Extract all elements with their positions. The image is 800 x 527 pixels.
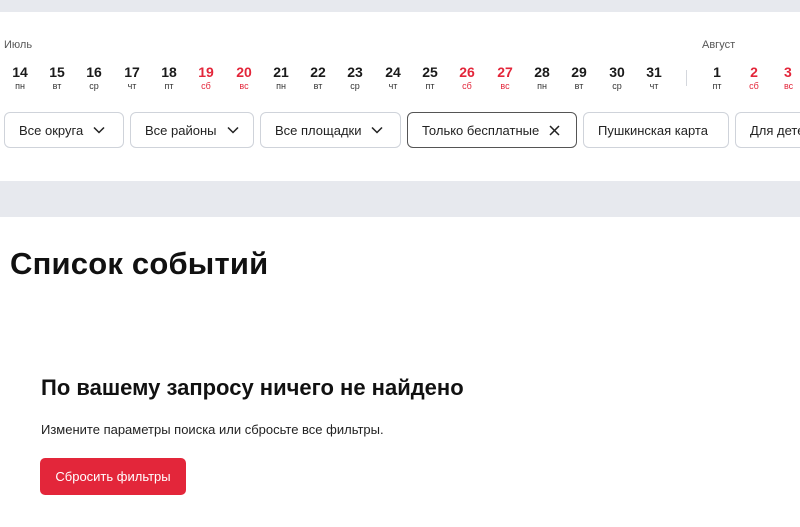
day-item[interactable]: 3 вс [776,64,800,92]
day-number: 22 [310,64,326,80]
day-number: 19 [198,64,214,80]
day-weekday: чт [388,81,398,91]
day-item[interactable]: 26 сб [452,64,482,92]
day-item[interactable]: 25 пт [415,64,445,92]
day-weekday: ср [350,81,360,91]
day-number: 20 [236,64,252,80]
filter-label: Только бесплатные [422,122,540,138]
day-number: 15 [49,64,65,80]
day-weekday: ср [612,81,622,91]
day-number: 16 [86,64,102,80]
day-number: 2 [750,64,758,80]
day-weekday: чт [127,81,137,91]
day-number: 25 [422,64,438,80]
filter-label: Все площадки [275,122,362,138]
chevron-down-icon [93,126,105,134]
reset-filters-button[interactable]: Сбросить фильтры [40,458,186,495]
filter-pushkin-card[interactable]: Пушкинская карта [583,112,729,148]
filter-free-only[interactable]: Только бесплатные [407,112,577,148]
filter-label: Пушкинская карта [598,122,708,138]
day-number: 18 [161,64,177,80]
day-number: 26 [459,64,475,80]
empty-state-title: По вашему запросу ничего не найдено [41,375,464,400]
day-item[interactable]: 24 чт [378,64,408,92]
day-item[interactable]: 14 пн [5,64,35,92]
day-number: 21 [273,64,289,80]
day-weekday: ср [89,81,99,91]
day-weekday: пн [537,81,547,91]
day-number: 24 [385,64,401,80]
day-weekday: пн [15,81,25,91]
close-icon[interactable] [549,124,560,136]
filter-districts[interactable]: Все округа [4,112,124,148]
day-item[interactable]: 31 чт [639,64,669,92]
day-item[interactable]: 2 сб [739,64,769,92]
day-number: 30 [609,64,625,80]
day-number: 29 [571,64,587,80]
empty-state-text: Измените параметры поиска или сбросьте в… [41,422,384,437]
day-weekday: пт [164,81,174,91]
chevron-down-icon [226,126,239,134]
day-number: 14 [12,64,28,80]
day-weekday: сб [749,81,759,91]
day-number: 31 [646,64,662,80]
filter-label: Все округа [19,122,84,138]
day-item[interactable]: 27 вс [490,64,520,92]
day-item[interactable]: 28 пн [527,64,557,92]
day-item[interactable]: 18 пт [154,64,184,92]
chevron-down-icon [371,126,384,134]
day-item[interactable]: 21 пн [266,64,296,92]
day-item[interactable]: 20 вс [229,64,259,92]
day-weekday: сб [462,81,472,91]
filter-for-kids[interactable]: Для детей [735,112,800,148]
page-title: Список событий [10,246,269,281]
day-item[interactable]: 1 пт [702,64,732,92]
day-weekday: пт [712,81,722,91]
day-number: 27 [497,64,513,80]
date-strip: 14 пн 15 вт 16 ср 17 чт 18 пт 19 сб 20 вс 21 пн … [0,64,800,96]
day-weekday: вт [52,81,62,91]
day-item[interactable]: 23 ср [340,64,370,92]
month-label-july: Июль [4,39,33,51]
day-number: 28 [534,64,550,80]
filter-areas[interactable]: Все районы [130,112,254,148]
section-divider [0,181,800,217]
filter-venues[interactable]: Все площадки [260,112,401,148]
day-weekday: пн [276,81,286,91]
filter-label: Для детей [750,122,800,138]
month-divider [686,70,687,86]
day-item[interactable]: 17 чт [117,64,147,92]
day-item[interactable]: 29 вт [564,64,594,92]
day-weekday: вс [500,81,510,91]
day-number: 3 [784,64,792,80]
day-weekday: вс [784,81,794,91]
day-item[interactable]: 19 сб [191,64,221,92]
day-weekday: вс [239,81,249,91]
day-weekday: сб [201,81,211,91]
day-weekday: вт [313,81,323,91]
day-number: 23 [347,64,363,80]
day-item[interactable]: 22 вт [303,64,333,92]
day-weekday: вт [574,81,584,91]
day-number: 17 [124,64,140,80]
day-item[interactable]: 16 ср [79,64,109,92]
day-weekday: пт [425,81,435,91]
top-band [0,0,800,12]
day-number: 1 [713,64,721,80]
day-item[interactable]: 30 ср [602,64,632,92]
day-weekday: чт [649,81,659,91]
day-item[interactable]: 15 вт [42,64,72,92]
month-label-august: Август [702,39,736,51]
filter-label: Все районы [145,122,217,138]
